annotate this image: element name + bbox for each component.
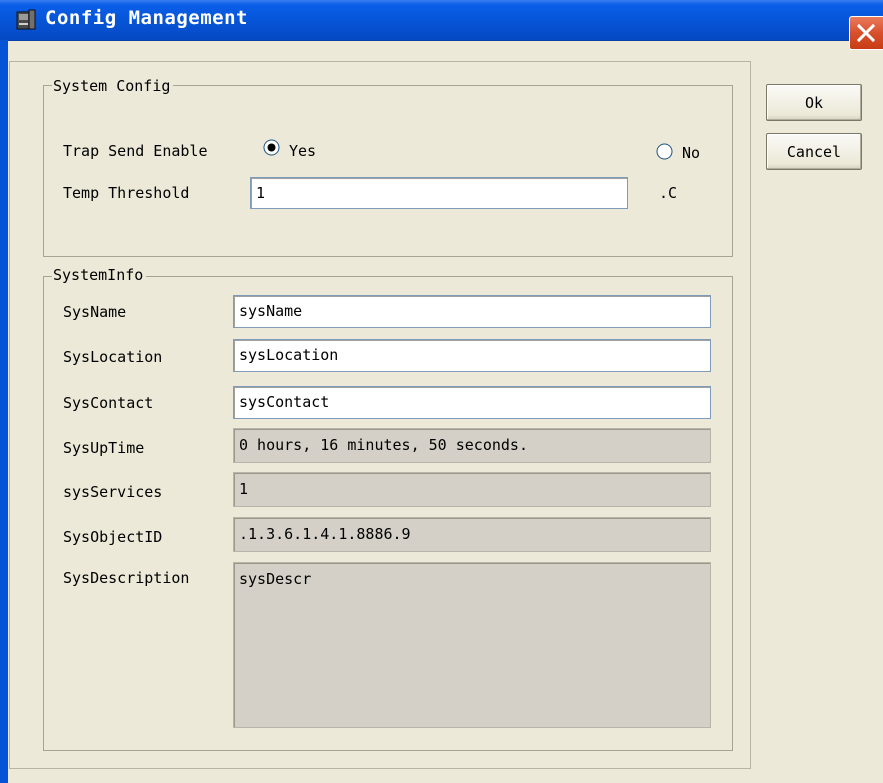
trap-yes-label[interactable]: Yes bbox=[289, 141, 316, 161]
sysservices-label: sysServices bbox=[63, 483, 163, 501]
syslocation-label: SysLocation bbox=[63, 348, 163, 366]
window-frame-left bbox=[0, 40, 8, 783]
title-bar[interactable]: Config Management bbox=[0, 0, 883, 41]
trap-no-label[interactable]: No bbox=[682, 143, 700, 163]
cancel-button[interactable]: Cancel bbox=[766, 133, 862, 170]
close-icon bbox=[857, 24, 875, 42]
temp-unit-label: .C bbox=[659, 184, 678, 202]
window-frame-right bbox=[877, 50, 883, 783]
sysservices-field: 1 bbox=[233, 472, 711, 507]
trap-send-enable-label: Trap Send Enable bbox=[63, 142, 208, 160]
syscontact-input[interactable]: sysContact bbox=[233, 386, 711, 419]
ok-button[interactable]: Ok bbox=[766, 84, 862, 121]
temp-threshold-label: Temp Threshold bbox=[63, 184, 190, 202]
syscontact-label: SysContact bbox=[63, 394, 154, 412]
sysobjectid-label: SysObjectID bbox=[63, 528, 163, 546]
system-config-group bbox=[43, 85, 733, 257]
trap-no-radio[interactable] bbox=[656, 143, 673, 160]
syslocation-input[interactable]: sysLocation bbox=[233, 339, 711, 372]
sysobjectid-field: .1.3.6.1.4.1.8886.9 bbox=[233, 517, 711, 552]
sysuptime-label: SysUpTime bbox=[63, 439, 145, 457]
system-info-caption: SystemInfo bbox=[52, 266, 147, 284]
app-icon bbox=[15, 9, 37, 31]
close-button[interactable] bbox=[849, 16, 883, 50]
sysname-input[interactable]: sysName bbox=[233, 295, 711, 328]
trap-yes-radio[interactable] bbox=[263, 139, 280, 156]
temp-threshold-input[interactable]: 1 bbox=[250, 177, 628, 209]
sysname-label: SysName bbox=[63, 303, 127, 321]
system-config-caption: System Config bbox=[52, 77, 174, 95]
sysuptime-field: 0 hours, 16 minutes, 50 seconds. bbox=[233, 428, 711, 463]
sysdescription-field: sysDescr bbox=[233, 562, 711, 728]
window-title: Config Management bbox=[45, 7, 248, 29]
sysdescription-label: SysDescription bbox=[63, 569, 190, 587]
